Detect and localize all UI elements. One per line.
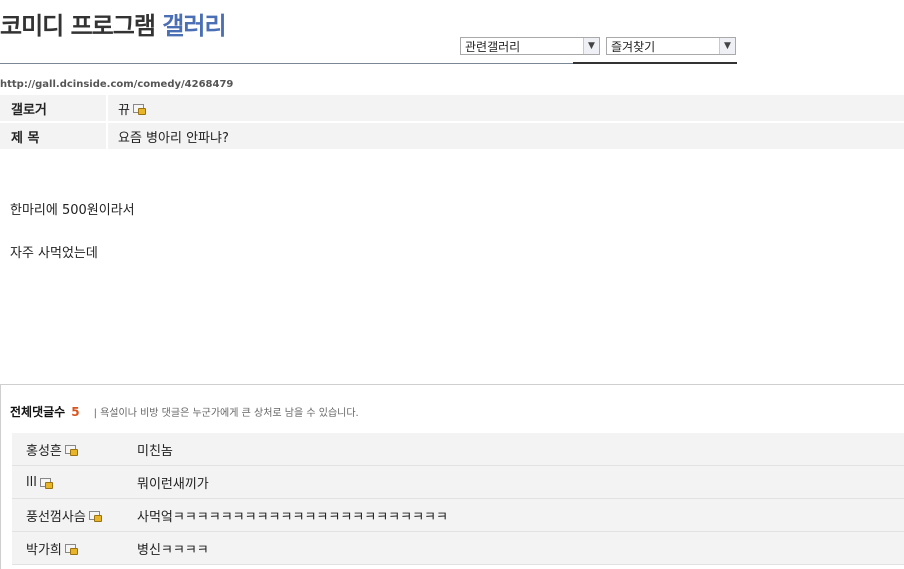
comment-text: 병신ㅋㅋㅋㅋ [137,542,209,558]
comment-text: 뭐이런새끼가 [137,476,209,492]
comment-notice: | 욕설이나 비방 댓글은 누군가에게 큰 상처로 남을 수 있습니다. [93,408,359,419]
comment-row: 홍성흔 미친놈 [12,433,904,466]
comment-text: 미친놈 [137,443,173,459]
comment-list: 홍성흔 미친놈 lll 뭐이런새끼가 풍선껌사슴 사먹엌ㅋㅋㅋㅋㅋㅋㅋㅋㅋㅋㅋㅋ… [12,433,904,565]
writer-row: 갤로거 뀨 [0,95,904,121]
post-url[interactable]: http://gall.dcinside.com/comedy/4268479 [0,79,233,90]
gallog-icon[interactable] [132,103,146,115]
comment-row: 박가희 병신ㅋㅋㅋㅋ [12,532,904,565]
gallog-icon[interactable] [64,444,78,456]
comment-count-label: 전체댓글수 [10,405,66,419]
writer-name[interactable]: 뀨 [118,99,130,118]
chevron-down-icon[interactable]: ▼ [719,38,735,54]
gallog-icon[interactable] [64,543,78,555]
subject-label: 제 목 [11,130,40,146]
comment-header: 전체댓글수 5 | 욕설이나 비방 댓글은 누군가에게 큰 상처로 남을 수 있… [10,403,359,420]
favorites-select-value: 즐겨찾기 [611,39,656,54]
post-body-line: 한마리에 500원이라서 [10,203,135,218]
gallery-title[interactable]: 코미디 프로그램 갤러리 [0,6,227,41]
header-divider [0,63,573,64]
post-subject: 요즘 병아리 안파냐? [118,130,229,146]
related-gallery-select-value: 관련갤러리 [465,39,521,54]
gallery-title-main: 코미디 프로그램 [0,12,156,40]
gallery-title-accent: 갤러리 [162,12,226,40]
comment-text: 사먹엌ㅋㅋㅋㅋㅋㅋㅋㅋㅋㅋㅋㅋㅋㅋㅋㅋㅋㅋㅋㅋㅋㅋㅋ [137,509,448,525]
related-gallery-select[interactable]: 관련갤러리 ▼ [460,37,600,55]
post-body-line: 자주 사먹었는데 [10,246,98,261]
subject-row: 제 목 요즘 병아리 안파냐? [0,123,904,149]
comment-row: lll 뭐이런새끼가 [12,466,904,499]
comment-author[interactable]: 박가희 [26,539,62,558]
comment-count: 5 [71,404,80,419]
comment-author[interactable]: 홍성흔 [26,440,62,459]
comment-author[interactable]: lll [26,475,37,490]
gallog-icon[interactable] [88,510,102,522]
header-divider-accent [573,62,737,64]
favorites-select[interactable]: 즐겨찾기 ▼ [606,37,736,55]
gallog-icon[interactable] [39,477,53,489]
comment-row: 풍선껌사슴 사먹엌ㅋㅋㅋㅋㅋㅋㅋㅋㅋㅋㅋㅋㅋㅋㅋㅋㅋㅋㅋㅋㅋㅋㅋ [12,499,904,532]
writer-label: 갤로거 [11,102,47,118]
chevron-down-icon[interactable]: ▼ [583,38,599,54]
comment-author[interactable]: 풍선껌사슴 [26,506,86,525]
